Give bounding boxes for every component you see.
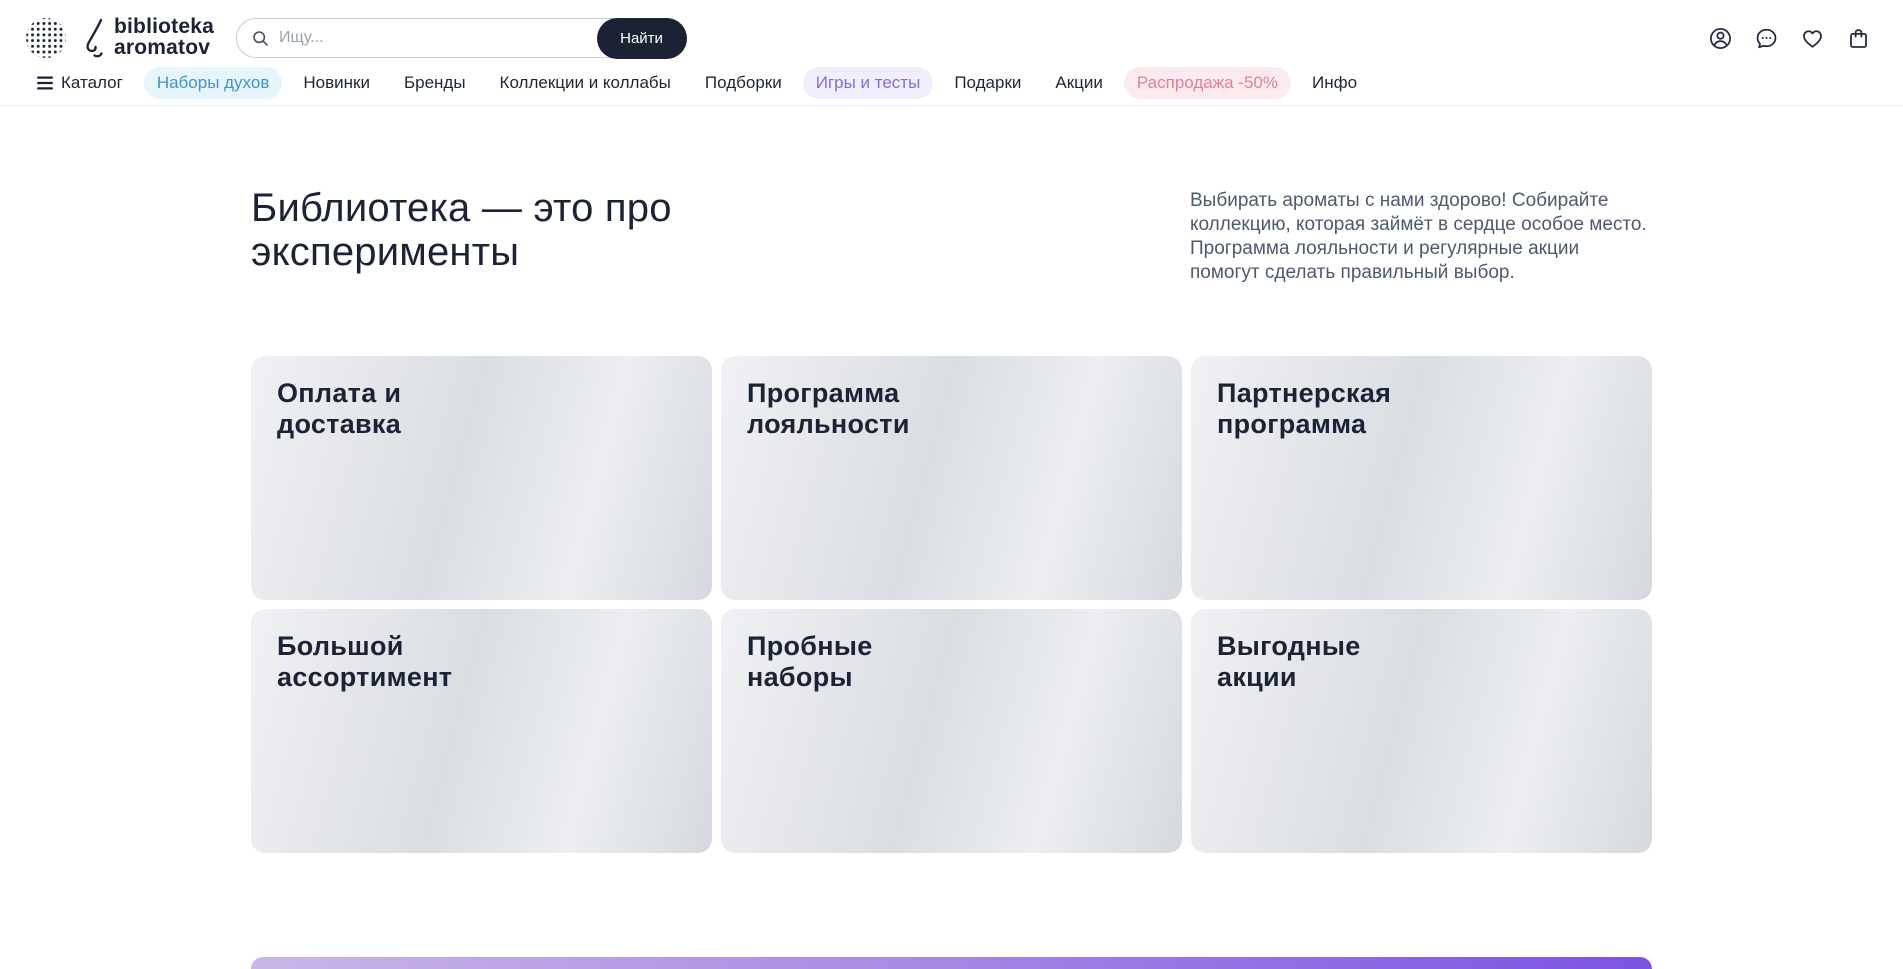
nav-item-perfume-sets[interactable]: Наборы духов — [144, 67, 283, 99]
card-loyalty-program[interactable]: Программалояльности — [721, 356, 1182, 600]
main-nav: Каталог Наборы духов Новинки Бренды Колл… — [0, 67, 1903, 106]
feature-cards-grid: Оплата идоставка Программалояльности Пар… — [251, 356, 1652, 853]
nav-item-brands[interactable]: Бренды — [391, 67, 479, 99]
nav-item-sale[interactable]: Распродажа -50% — [1124, 67, 1291, 99]
logo-wordmark: biblioteka aromatov — [114, 17, 214, 58]
nav-item-info[interactable]: Инфо — [1299, 67, 1370, 99]
nav-item-selections[interactable]: Подборки — [692, 67, 795, 99]
account-button[interactable] — [1706, 24, 1735, 53]
logo[interactable]: biblioteka aromatov — [24, 15, 214, 61]
account-icon — [1708, 26, 1733, 51]
card-profitable-promos[interactable]: Выгодныеакции — [1191, 609, 1652, 853]
page-title: Библиотека — это про эксперименты — [251, 186, 672, 304]
nav-item-games-tests[interactable]: Игры и тесты — [803, 67, 934, 99]
promo-banner[interactable] — [251, 957, 1652, 969]
search-bar: Найти — [236, 18, 686, 58]
header: biblioteka aromatov Найти — [0, 0, 1903, 60]
logo-dots-icon — [24, 15, 70, 61]
hero-description: Выбирать ароматы с нами здорово! Собирай… — [1190, 189, 1652, 285]
chat-button[interactable] — [1752, 24, 1781, 53]
card-partner-program[interactable]: Партнерскаяпрограмма — [1191, 356, 1652, 600]
card-title: Партнерскаяпрограмма — [1217, 378, 1626, 441]
logo-nose-icon — [79, 17, 105, 59]
nav-item-promos[interactable]: Акции — [1042, 67, 1116, 99]
nav-item-collections[interactable]: Коллекции и коллабы — [487, 67, 684, 99]
heart-icon — [1800, 26, 1825, 51]
nav-item-new[interactable]: Новинки — [290, 67, 383, 99]
cart-button[interactable] — [1844, 24, 1873, 53]
card-payment-delivery[interactable]: Оплата идоставка — [251, 356, 712, 600]
search-button[interactable]: Найти — [597, 18, 687, 59]
card-title: Большойассортимент — [277, 631, 686, 694]
card-title: Пробныенаборы — [747, 631, 1156, 694]
main-content: Библиотека — это про эксперименты Выбира… — [251, 186, 1652, 969]
card-title: Оплата идоставка — [277, 378, 686, 441]
bag-icon — [1846, 26, 1871, 51]
card-sample-sets[interactable]: Пробныенаборы — [721, 609, 1182, 853]
hero-section: Библиотека — это про эксперименты Выбира… — [251, 186, 1652, 304]
search-input[interactable] — [277, 28, 590, 48]
wishlist-button[interactable] — [1798, 24, 1827, 53]
nav-item-gifts[interactable]: Подарки — [941, 67, 1034, 99]
chat-icon — [1754, 26, 1779, 51]
page-title-line1: Библиотека — это про — [251, 186, 672, 230]
card-title: Выгодныеакции — [1217, 631, 1626, 694]
nav-item-catalog[interactable]: Каталог — [24, 67, 136, 99]
hamburger-icon — [37, 76, 53, 90]
card-title: Программалояльности — [747, 378, 1156, 441]
search-icon — [252, 30, 269, 47]
page-title-line2: эксперименты — [251, 230, 672, 274]
nav-item-label: Каталог — [61, 73, 123, 93]
header-icons — [1706, 24, 1873, 53]
card-wide-assortment[interactable]: Большойассортимент — [251, 609, 712, 853]
